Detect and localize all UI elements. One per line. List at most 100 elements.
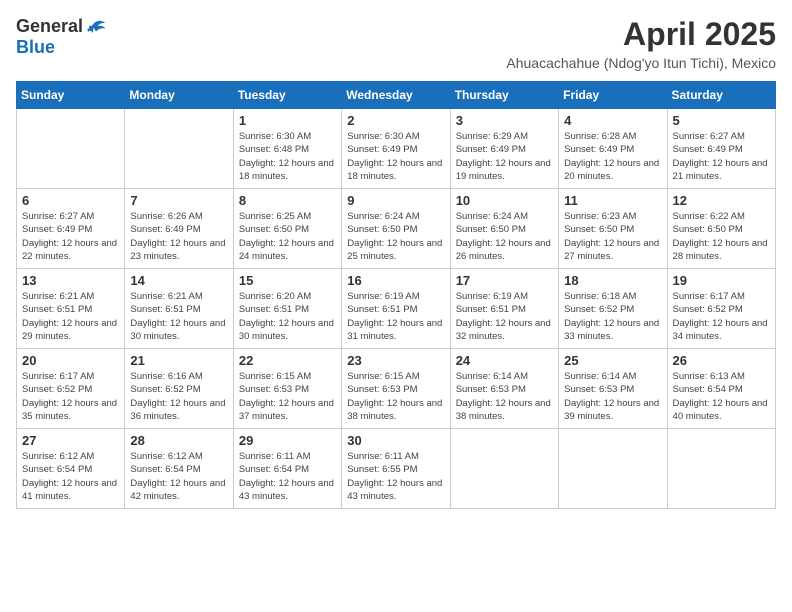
day-info: Sunrise: 6:20 AM Sunset: 6:51 PM Dayligh… — [239, 290, 336, 343]
calendar-cell: 16Sunrise: 6:19 AM Sunset: 6:51 PM Dayli… — [342, 269, 450, 349]
calendar-week-row: 20Sunrise: 6:17 AM Sunset: 6:52 PM Dayli… — [17, 349, 776, 429]
calendar-cell: 29 Sunrise: 6:11 AM Sunset: 6:54 PM Dayli… — [233, 429, 341, 509]
calendar-cell: 23 Sunrise: 6:15 AM Sunset: 6:53 PM Dayli… — [342, 349, 450, 429]
day-info: Sunrise: 6:21 AM Sunset: 6:51 PM Dayligh… — [130, 290, 227, 343]
calendar-cell: 15 Sunrise: 6:20 AM Sunset: 6:51 PM Dayli… — [233, 269, 341, 349]
calendar-cell: 19 Sunrise: 6:17 AM Sunset: 6:52 PM Dayli… — [667, 269, 775, 349]
calendar-cell: 10 Sunrise: 6:24 AM Sunset: 6:50 PM Dayli… — [450, 189, 558, 269]
day-number: 25 — [564, 353, 661, 368]
logo: General Blue — [16, 16, 107, 58]
calendar-header-tuesday: Tuesday — [233, 82, 341, 109]
day-number: 15 — [239, 273, 336, 288]
logo-blue: Blue — [16, 38, 107, 58]
calendar-cell: 5 Sunrise: 6:27 AM Sunset: 6:49 PM Daylig… — [667, 109, 775, 189]
calendar-cell: 17Sunrise: 6:19 AM Sunset: 6:51 PM Dayli… — [450, 269, 558, 349]
calendar-cell: 1 Sunrise: 6:30 AM Sunset: 6:48 PM Daylig… — [233, 109, 341, 189]
day-info: Sunrise: 6:24 AM Sunset: 6:50 PM Dayligh… — [456, 210, 553, 263]
calendar-cell — [125, 109, 233, 189]
calendar-cell: 6Sunrise: 6:27 AM Sunset: 6:49 PM Daylig… — [17, 189, 125, 269]
day-number: 14 — [130, 273, 227, 288]
day-info: Sunrise: 6:17 AM Sunset: 6:52 PM Dayligh… — [22, 370, 119, 423]
calendar-cell: 8 Sunrise: 6:25 AM Sunset: 6:50 PM Daylig… — [233, 189, 341, 269]
calendar-cell: 7 Sunrise: 6:26 AM Sunset: 6:49 PM Daylig… — [125, 189, 233, 269]
calendar-header-wednesday: Wednesday — [342, 82, 450, 109]
calendar-week-row: 27 Sunrise: 6:12 AM Sunset: 6:54 PM Dayli… — [17, 429, 776, 509]
calendar-cell — [667, 429, 775, 509]
day-number: 28 — [130, 433, 227, 448]
day-number: 29 — [239, 433, 336, 448]
day-number: 6 — [22, 193, 119, 208]
calendar-cell: 4Sunrise: 6:28 AM Sunset: 6:49 PM Daylig… — [559, 109, 667, 189]
day-info: Sunrise: 6:21 AM Sunset: 6:51 PM Dayligh… — [22, 290, 119, 343]
calendar-cell: 2 Sunrise: 6:30 AM Sunset: 6:49 PM Daylig… — [342, 109, 450, 189]
calendar-cell — [450, 429, 558, 509]
day-number: 17 — [456, 273, 553, 288]
day-number: 21 — [130, 353, 227, 368]
day-number: 19 — [673, 273, 770, 288]
day-info: Sunrise: 6:14 AM Sunset: 6:53 PM Dayligh… — [456, 370, 553, 423]
day-number: 7 — [130, 193, 227, 208]
day-info: Sunrise: 6:24 AM Sunset: 6:50 PM Dayligh… — [347, 210, 444, 263]
calendar-cell: 9 Sunrise: 6:24 AM Sunset: 6:50 PM Daylig… — [342, 189, 450, 269]
day-number: 27 — [22, 433, 119, 448]
day-info: Sunrise: 6:22 AM Sunset: 6:50 PM Dayligh… — [673, 210, 770, 263]
day-number: 18 — [564, 273, 661, 288]
day-number: 22 — [239, 353, 336, 368]
day-info: Sunrise: 6:23 AM Sunset: 6:50 PM Dayligh… — [564, 210, 661, 263]
calendar-cell: 14 Sunrise: 6:21 AM Sunset: 6:51 PM Dayli… — [125, 269, 233, 349]
title-area: April 2025 Ahuacachahue (Ndog'yo Itun Ti… — [506, 16, 776, 71]
day-info: Sunrise: 6:29 AM Sunset: 6:49 PM Dayligh… — [456, 130, 553, 183]
day-number: 10 — [456, 193, 553, 208]
day-info: Sunrise: 6:30 AM Sunset: 6:49 PM Dayligh… — [347, 130, 444, 183]
logo-bird-icon — [85, 16, 107, 38]
calendar-cell: 30 Sunrise: 6:11 AM Sunset: 6:55 PM Dayli… — [342, 429, 450, 509]
calendar-header-sunday: Sunday — [17, 82, 125, 109]
day-number: 26 — [673, 353, 770, 368]
day-number: 9 — [347, 193, 444, 208]
calendar-cell: 3 Sunrise: 6:29 AM Sunset: 6:49 PM Daylig… — [450, 109, 558, 189]
day-info: Sunrise: 6:11 AM Sunset: 6:54 PM Dayligh… — [239, 450, 336, 503]
calendar-cell: 11 Sunrise: 6:23 AM Sunset: 6:50 PM Dayli… — [559, 189, 667, 269]
calendar-week-row: 6Sunrise: 6:27 AM Sunset: 6:49 PM Daylig… — [17, 189, 776, 269]
day-number: 30 — [347, 433, 444, 448]
calendar-cell: 27Sunrise: 6:12 AM Sunset: 6:54 PM Dayli… — [17, 429, 125, 509]
day-info: Sunrise: 6:17 AM Sunset: 6:52 PM Dayligh… — [673, 290, 770, 343]
day-number: 23 — [347, 353, 444, 368]
calendar-cell: 28 Sunrise: 6:12 AM Sunset: 6:54 PM Dayli… — [125, 429, 233, 509]
calendar-cell: 26Sunrise: 6:13 AM Sunset: 6:54 PM Dayli… — [667, 349, 775, 429]
location-title: Ahuacachahue (Ndog'yo Itun Tichi), Mexic… — [506, 55, 776, 71]
day-number: 8 — [239, 193, 336, 208]
calendar-cell: 24 Sunrise: 6:14 AM Sunset: 6:53 PM Dayli… — [450, 349, 558, 429]
day-info: Sunrise: 6:11 AM Sunset: 6:55 PM Dayligh… — [347, 450, 444, 503]
calendar-cell — [17, 109, 125, 189]
day-number: 16 — [347, 273, 444, 288]
day-info: Sunrise: 6:12 AM Sunset: 6:54 PM Dayligh… — [130, 450, 227, 503]
day-number: 13 — [22, 273, 119, 288]
calendar-header-row: SundayMondayTuesdayWednesdayThursdayFrid… — [17, 82, 776, 109]
day-number: 24 — [456, 353, 553, 368]
day-info: Sunrise: 6:15 AM Sunset: 6:53 PM Dayligh… — [239, 370, 336, 423]
calendar-header-thursday: Thursday — [450, 82, 558, 109]
day-number: 3 — [456, 113, 553, 128]
calendar-cell: 22 Sunrise: 6:15 AM Sunset: 6:53 PM Dayli… — [233, 349, 341, 429]
day-info: Sunrise: 6:27 AM Sunset: 6:49 PM Dayligh… — [673, 130, 770, 183]
day-number: 5 — [673, 113, 770, 128]
calendar-week-row: 1 Sunrise: 6:30 AM Sunset: 6:48 PM Daylig… — [17, 109, 776, 189]
day-number: 4 — [564, 113, 661, 128]
calendar-header-monday: Monday — [125, 82, 233, 109]
calendar-cell: 25Sunrise: 6:14 AM Sunset: 6:53 PM Dayli… — [559, 349, 667, 429]
day-info: Sunrise: 6:26 AM Sunset: 6:49 PM Dayligh… — [130, 210, 227, 263]
calendar-cell: 21Sunrise: 6:16 AM Sunset: 6:52 PM Dayli… — [125, 349, 233, 429]
day-number: 11 — [564, 193, 661, 208]
day-number: 1 — [239, 113, 336, 128]
day-info: Sunrise: 6:18 AM Sunset: 6:52 PM Dayligh… — [564, 290, 661, 343]
calendar-cell: 12Sunrise: 6:22 AM Sunset: 6:50 PM Dayli… — [667, 189, 775, 269]
day-info: Sunrise: 6:25 AM Sunset: 6:50 PM Dayligh… — [239, 210, 336, 263]
calendar-cell: 20Sunrise: 6:17 AM Sunset: 6:52 PM Dayli… — [17, 349, 125, 429]
calendar-header-friday: Friday — [559, 82, 667, 109]
calendar-week-row: 13 Sunrise: 6:21 AM Sunset: 6:51 PM Dayli… — [17, 269, 776, 349]
day-info: Sunrise: 6:15 AM Sunset: 6:53 PM Dayligh… — [347, 370, 444, 423]
calendar-cell: 18 Sunrise: 6:18 AM Sunset: 6:52 PM Dayli… — [559, 269, 667, 349]
day-number: 2 — [347, 113, 444, 128]
day-info: Sunrise: 6:30 AM Sunset: 6:48 PM Dayligh… — [239, 130, 336, 183]
